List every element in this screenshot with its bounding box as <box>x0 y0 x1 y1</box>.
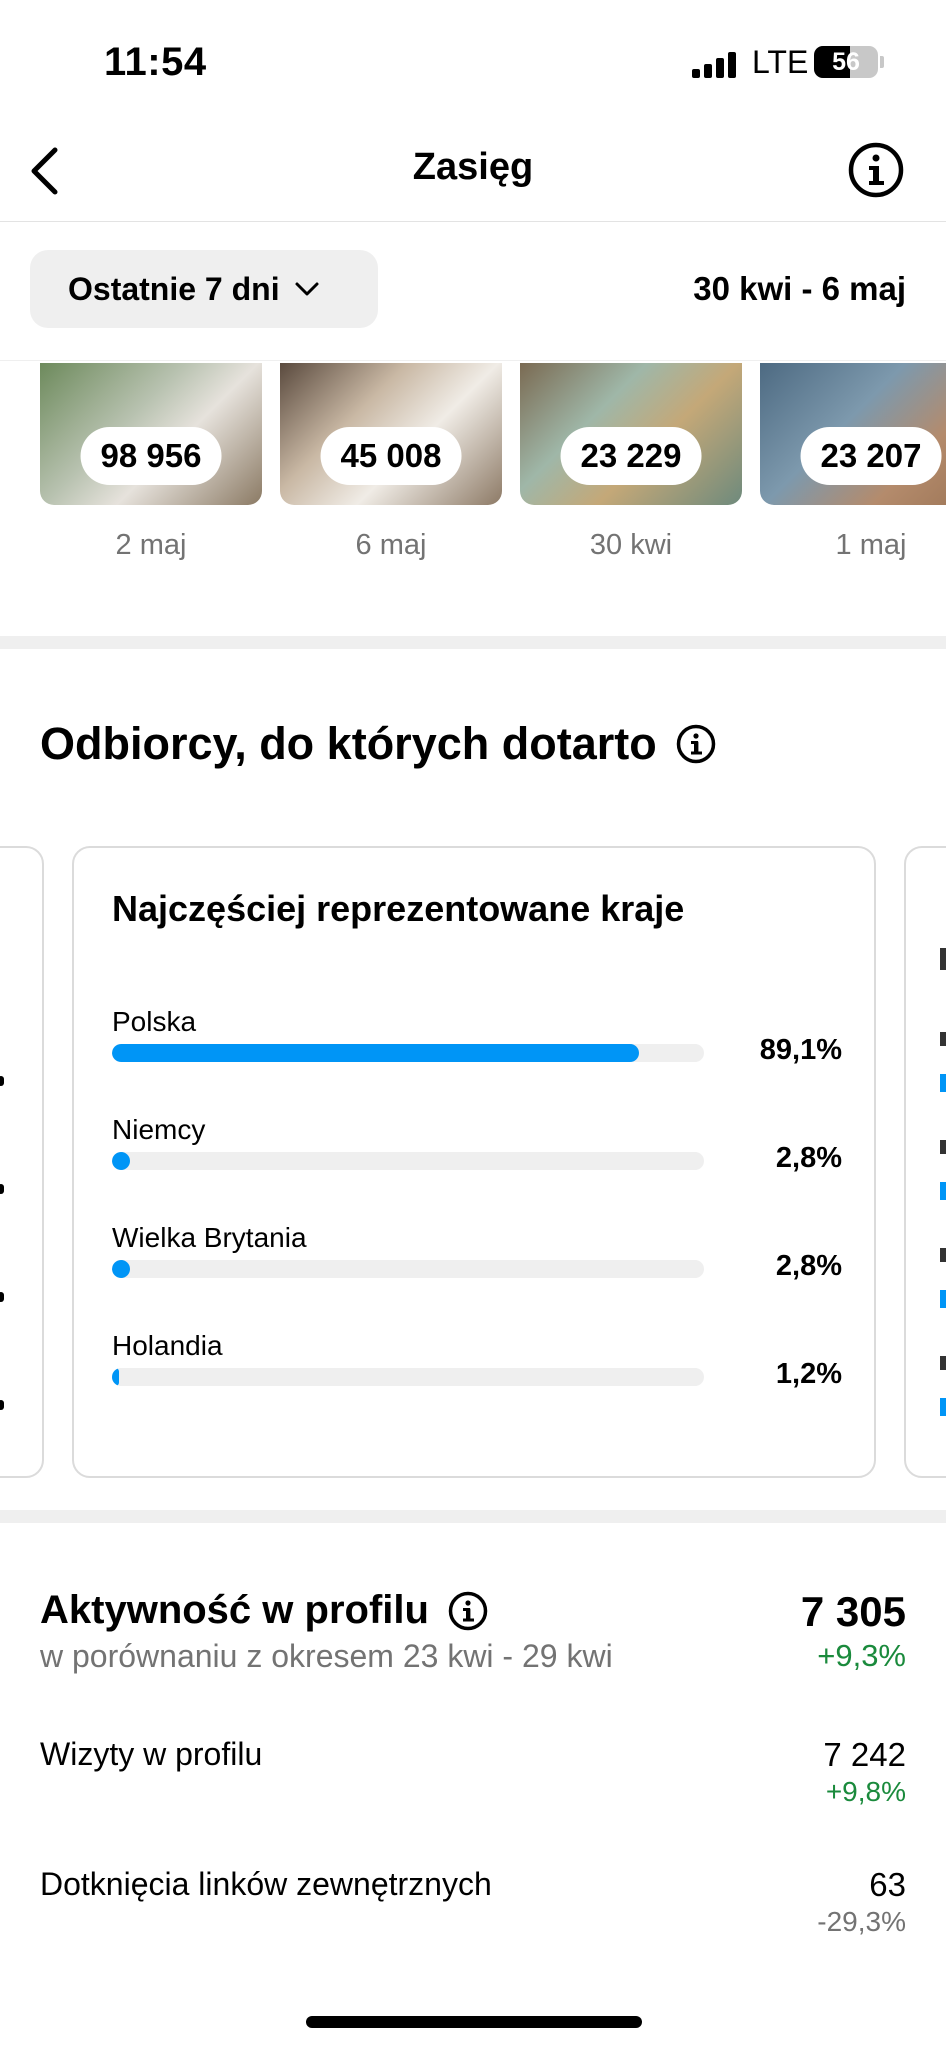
card-title: Najczęściej reprezentowane kraje <box>112 888 685 929</box>
thumbnail-count: 45 008 <box>320 427 462 485</box>
profile-activity-change: +9,3% <box>817 1638 906 1673</box>
thumbnail-date: 30 kwi <box>589 529 673 561</box>
profile-activity-total: 7 305 <box>800 1588 906 1635</box>
thumbnail-count: 98 956 <box>80 427 222 485</box>
metric-label-link-taps: Dotknięcia linków zewnętrznych <box>40 1866 492 1902</box>
nav-bar: Zasięg <box>0 128 946 222</box>
info-icon[interactable] <box>675 723 717 765</box>
thumbnail-count: 23 207 <box>800 427 942 485</box>
country-bar-track <box>112 1368 704 1386</box>
audience-title: Odbiorcy, do których dotarto <box>40 718 657 769</box>
country-bar-fill <box>112 1152 130 1170</box>
network-type: LTE <box>752 44 809 80</box>
country-bar-fill <box>112 1044 640 1062</box>
profile-activity-label: Aktywność w profilu <box>40 1588 429 1632</box>
battery-level: 56 <box>832 48 860 76</box>
info-icon[interactable] <box>447 1590 489 1632</box>
audience-card-previous[interactable] <box>0 846 44 1478</box>
country-row: Holandia 1,2% <box>112 1330 842 1420</box>
content-thumbnail[interactable]: 23 207 <box>760 363 946 505</box>
section-divider <box>0 636 946 649</box>
country-bar-track <box>112 1260 704 1278</box>
page-title: Zasięg <box>412 146 534 188</box>
date-range: 30 kwi - 6 maj <box>693 270 906 307</box>
home-indicator[interactable] <box>306 2016 642 2028</box>
comparison-period: w porównaniu z okresem 23 kwi - 29 kwi <box>40 1638 613 1674</box>
info-button[interactable] <box>846 140 910 204</box>
content-thumbnail[interactable]: 45 008 <box>280 363 502 505</box>
top-countries-card: Najczęściej reprezentowane kraje Polska … <box>72 846 876 1478</box>
status-bar: 11:54 LTE 56 <box>0 0 946 128</box>
country-bar-track <box>112 1152 704 1170</box>
top-content-carousel: 98 956 2 maj 45 008 6 maj 23 229 30 kwi … <box>0 360 946 570</box>
content-thumbnail[interactable]: 23 229 <box>520 363 742 505</box>
country-percent: 1,2% <box>775 1358 842 1390</box>
country-name: Wielka Brytania <box>112 1222 307 1253</box>
metric-label-profile-visits: Wizyty w profilu <box>40 1736 263 1772</box>
country-percent: 2,8% <box>775 1142 842 1174</box>
chevron-down-icon <box>295 282 319 296</box>
metric-change-profile-visits: +9,8% <box>825 1776 906 1807</box>
country-percent: 89,1% <box>759 1034 842 1066</box>
country-name: Holandia <box>112 1330 223 1361</box>
status-time: 11:54 <box>104 40 207 84</box>
country-row: Wielka Brytania 2,8% <box>112 1222 842 1312</box>
audience-section-title: Odbiorcy, do których dotarto <box>40 718 717 770</box>
content-thumbnail[interactable]: 98 956 <box>40 363 262 505</box>
period-dropdown[interactable]: Ostatnie 7 dni <box>30 250 378 328</box>
metric-value-link-taps: 63 <box>869 1866 906 1903</box>
country-name: Niemcy <box>112 1114 206 1145</box>
info-icon <box>848 142 904 198</box>
battery-icon: 56 <box>814 46 878 78</box>
country-bar-fill <box>112 1368 120 1386</box>
country-percent: 2,8% <box>775 1250 842 1282</box>
country-row: Niemcy 2,8% <box>112 1114 842 1204</box>
metric-change-link-taps: -29,3% <box>817 1906 906 1937</box>
thumbnail-date: 2 maj <box>115 529 187 561</box>
thumbnail-date: 6 maj <box>355 529 427 561</box>
country-bar-track <box>112 1044 704 1062</box>
metric-value-profile-visits: 7 242 <box>823 1736 906 1773</box>
profile-activity-title: Aktywność w profilu <box>40 1588 489 1633</box>
thumbnail-count: 23 229 <box>560 427 702 485</box>
country-row: Polska 89,1% <box>112 1006 842 1096</box>
audience-card-next[interactable] <box>904 846 946 1478</box>
country-name: Polska <box>112 1006 197 1037</box>
signal-icon <box>692 52 738 78</box>
battery-tip <box>880 56 884 68</box>
thumbnail-date: 1 maj <box>835 529 907 561</box>
period-label: Ostatnie 7 dni <box>68 270 280 307</box>
country-bar-fill <box>112 1260 130 1278</box>
section-divider <box>0 1510 946 1523</box>
